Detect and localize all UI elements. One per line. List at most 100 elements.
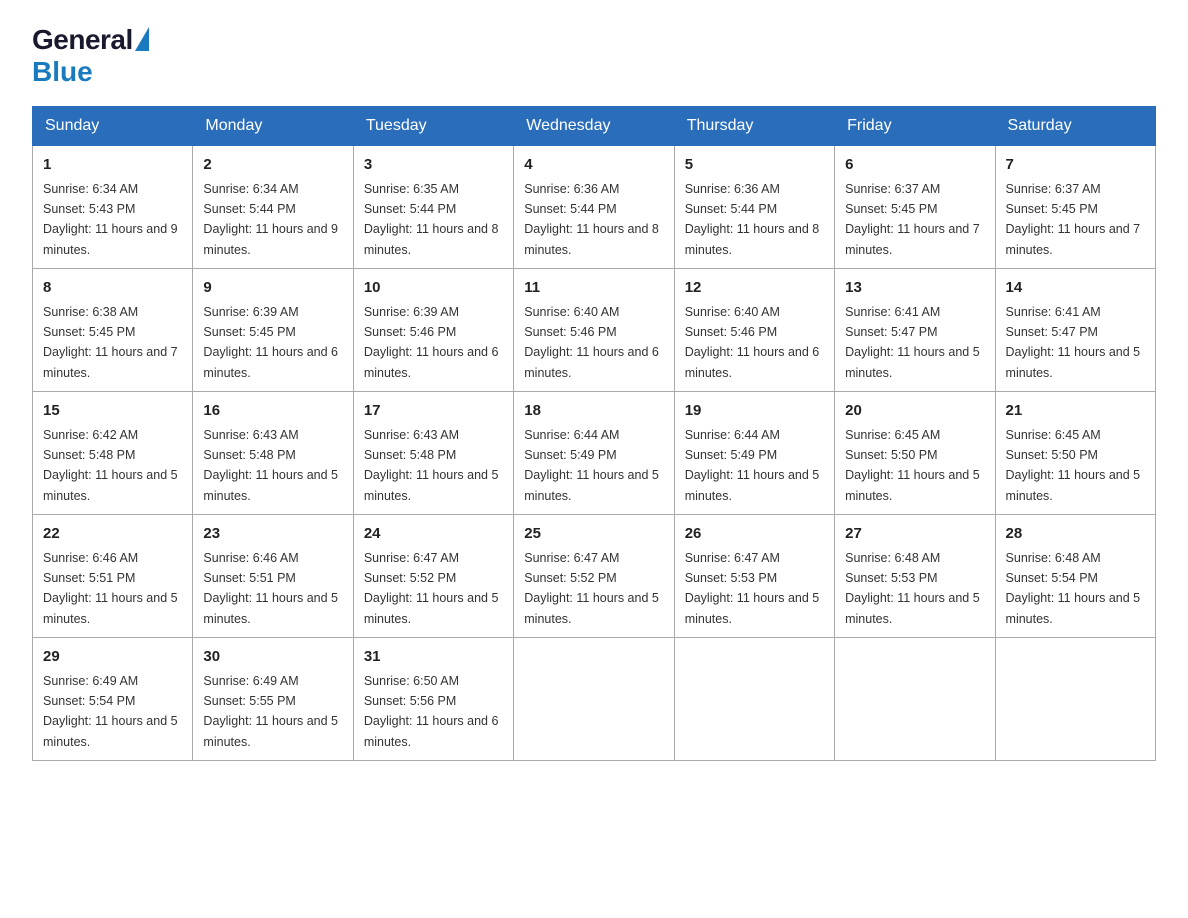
day-number: 18 [524, 400, 663, 423]
day-info: Sunrise: 6:46 AMSunset: 5:51 PMDaylight:… [43, 551, 178, 626]
calendar-cell: 7 Sunrise: 6:37 AMSunset: 5:45 PMDaylight… [995, 146, 1155, 269]
calendar-cell: 3 Sunrise: 6:35 AMSunset: 5:44 PMDaylight… [353, 146, 513, 269]
day-number: 11 [524, 277, 663, 300]
day-info: Sunrise: 6:34 AMSunset: 5:44 PMDaylight:… [203, 182, 338, 257]
calendar-cell: 24Sunrise: 6:47 AMSunset: 5:52 PMDayligh… [353, 515, 513, 638]
day-number: 7 [1006, 154, 1145, 177]
calendar-cell [835, 638, 995, 761]
calendar-cell: 1 Sunrise: 6:34 AMSunset: 5:43 PMDaylight… [33, 146, 193, 269]
calendar-cell [514, 638, 674, 761]
column-header-wednesday: Wednesday [514, 107, 674, 146]
week-row-3: 15 Sunrise: 6:42 AMSunset: 5:48 PMDayligh… [33, 392, 1156, 515]
logo-triangle-icon [135, 27, 149, 51]
day-number: 29 [43, 646, 182, 669]
day-info: Sunrise: 6:39 AMSunset: 5:46 PMDaylight:… [364, 305, 499, 380]
day-info: Sunrise: 6:47 AMSunset: 5:53 PMDaylight:… [685, 551, 820, 626]
day-info: Sunrise: 6:37 AMSunset: 5:45 PMDaylight:… [1006, 182, 1141, 257]
day-number: 13 [845, 277, 984, 300]
day-info: Sunrise: 6:48 AMSunset: 5:53 PMDaylight:… [845, 551, 980, 626]
day-info: Sunrise: 6:38 AMSunset: 5:45 PMDaylight:… [43, 305, 178, 380]
calendar-cell: 25 Sunrise: 6:47 AMSunset: 5:52 PMDayligh… [514, 515, 674, 638]
day-info: Sunrise: 6:36 AMSunset: 5:44 PMDaylight:… [685, 182, 820, 257]
calendar-cell: 28Sunrise: 6:48 AMSunset: 5:54 PMDayligh… [995, 515, 1155, 638]
day-number: 1 [43, 154, 182, 177]
day-number: 6 [845, 154, 984, 177]
day-info: Sunrise: 6:49 AMSunset: 5:55 PMDaylight:… [203, 674, 338, 749]
calendar-cell: 26 Sunrise: 6:47 AMSunset: 5:53 PMDayligh… [674, 515, 834, 638]
day-info: Sunrise: 6:41 AMSunset: 5:47 PMDaylight:… [1006, 305, 1141, 380]
calendar-cell: 5 Sunrise: 6:36 AMSunset: 5:44 PMDaylight… [674, 146, 834, 269]
day-number: 12 [685, 277, 824, 300]
column-header-friday: Friday [835, 107, 995, 146]
calendar-cell: 4Sunrise: 6:36 AMSunset: 5:44 PMDaylight… [514, 146, 674, 269]
day-info: Sunrise: 6:40 AMSunset: 5:46 PMDaylight:… [685, 305, 820, 380]
calendar-cell: 29 Sunrise: 6:49 AMSunset: 5:54 PMDayligh… [33, 638, 193, 761]
day-number: 21 [1006, 400, 1145, 423]
day-number: 26 [685, 523, 824, 546]
column-header-monday: Monday [193, 107, 353, 146]
week-row-4: 22 Sunrise: 6:46 AMSunset: 5:51 PMDayligh… [33, 515, 1156, 638]
day-info: Sunrise: 6:41 AMSunset: 5:47 PMDaylight:… [845, 305, 980, 380]
day-info: Sunrise: 6:45 AMSunset: 5:50 PMDaylight:… [845, 428, 980, 503]
day-info: Sunrise: 6:49 AMSunset: 5:54 PMDaylight:… [43, 674, 178, 749]
day-number: 20 [845, 400, 984, 423]
day-number: 31 [364, 646, 503, 669]
calendar-cell: 2 Sunrise: 6:34 AMSunset: 5:44 PMDaylight… [193, 146, 353, 269]
column-header-saturday: Saturday [995, 107, 1155, 146]
day-number: 10 [364, 277, 503, 300]
calendar-cell: 6Sunrise: 6:37 AMSunset: 5:45 PMDaylight… [835, 146, 995, 269]
calendar-cell: 20 Sunrise: 6:45 AMSunset: 5:50 PMDayligh… [835, 392, 995, 515]
day-number: 14 [1006, 277, 1145, 300]
calendar-cell: 8Sunrise: 6:38 AMSunset: 5:45 PMDaylight… [33, 269, 193, 392]
day-number: 17 [364, 400, 503, 423]
day-number: 2 [203, 154, 342, 177]
calendar-cell: 16Sunrise: 6:43 AMSunset: 5:48 PMDayligh… [193, 392, 353, 515]
day-number: 30 [203, 646, 342, 669]
day-number: 3 [364, 154, 503, 177]
column-header-tuesday: Tuesday [353, 107, 513, 146]
calendar-cell [995, 638, 1155, 761]
day-number: 4 [524, 154, 663, 177]
calendar-cell: 15 Sunrise: 6:42 AMSunset: 5:48 PMDayligh… [33, 392, 193, 515]
calendar-cell: 12 Sunrise: 6:40 AMSunset: 5:46 PMDayligh… [674, 269, 834, 392]
day-info: Sunrise: 6:50 AMSunset: 5:56 PMDaylight:… [364, 674, 499, 749]
day-info: Sunrise: 6:34 AMSunset: 5:43 PMDaylight:… [43, 182, 178, 257]
calendar-cell: 27Sunrise: 6:48 AMSunset: 5:53 PMDayligh… [835, 515, 995, 638]
calendar-cell: 18Sunrise: 6:44 AMSunset: 5:49 PMDayligh… [514, 392, 674, 515]
calendar-cell: 30 Sunrise: 6:49 AMSunset: 5:55 PMDayligh… [193, 638, 353, 761]
week-row-1: 1 Sunrise: 6:34 AMSunset: 5:43 PMDaylight… [33, 146, 1156, 269]
column-header-thursday: Thursday [674, 107, 834, 146]
day-number: 23 [203, 523, 342, 546]
day-info: Sunrise: 6:39 AMSunset: 5:45 PMDaylight:… [203, 305, 338, 380]
logo-blue-text: Blue [32, 56, 93, 87]
logo-general-text: General [32, 24, 133, 56]
week-row-2: 8Sunrise: 6:38 AMSunset: 5:45 PMDaylight… [33, 269, 1156, 392]
calendar-cell: 23 Sunrise: 6:46 AMSunset: 5:51 PMDayligh… [193, 515, 353, 638]
page-header: General Blue [32, 24, 1156, 88]
calendar-cell: 17 Sunrise: 6:43 AMSunset: 5:48 PMDayligh… [353, 392, 513, 515]
calendar-cell: 11 Sunrise: 6:40 AMSunset: 5:46 PMDayligh… [514, 269, 674, 392]
week-row-5: 29 Sunrise: 6:49 AMSunset: 5:54 PMDayligh… [33, 638, 1156, 761]
calendar-cell: 22 Sunrise: 6:46 AMSunset: 5:51 PMDayligh… [33, 515, 193, 638]
day-number: 15 [43, 400, 182, 423]
day-info: Sunrise: 6:43 AMSunset: 5:48 PMDaylight:… [364, 428, 499, 503]
day-info: Sunrise: 6:40 AMSunset: 5:46 PMDaylight:… [524, 305, 659, 380]
day-number: 22 [43, 523, 182, 546]
day-number: 5 [685, 154, 824, 177]
calendar-cell: 31 Sunrise: 6:50 AMSunset: 5:56 PMDayligh… [353, 638, 513, 761]
column-header-sunday: Sunday [33, 107, 193, 146]
calendar-cell: 14 Sunrise: 6:41 AMSunset: 5:47 PMDayligh… [995, 269, 1155, 392]
day-number: 25 [524, 523, 663, 546]
days-header-row: SundayMondayTuesdayWednesdayThursdayFrid… [33, 107, 1156, 146]
day-info: Sunrise: 6:46 AMSunset: 5:51 PMDaylight:… [203, 551, 338, 626]
logo-container: General Blue [32, 24, 149, 88]
day-info: Sunrise: 6:47 AMSunset: 5:52 PMDaylight:… [524, 551, 659, 626]
day-info: Sunrise: 6:45 AMSunset: 5:50 PMDaylight:… [1006, 428, 1141, 503]
day-number: 19 [685, 400, 824, 423]
day-info: Sunrise: 6:44 AMSunset: 5:49 PMDaylight:… [685, 428, 820, 503]
day-info: Sunrise: 6:35 AMSunset: 5:44 PMDaylight:… [364, 182, 499, 257]
day-info: Sunrise: 6:47 AMSunset: 5:52 PMDaylight:… [364, 551, 499, 626]
day-info: Sunrise: 6:42 AMSunset: 5:48 PMDaylight:… [43, 428, 178, 503]
day-number: 9 [203, 277, 342, 300]
calendar-table: SundayMondayTuesdayWednesdayThursdayFrid… [32, 106, 1156, 761]
